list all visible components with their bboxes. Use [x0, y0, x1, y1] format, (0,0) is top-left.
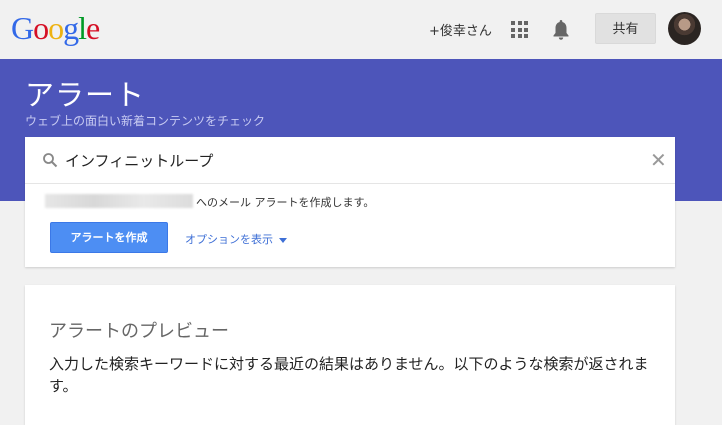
logo-letter: g	[63, 10, 79, 46]
logo-letter: l	[78, 10, 87, 46]
user-profile-link[interactable]: +俊幸さん	[429, 20, 492, 39]
logo-letter: o	[33, 10, 49, 46]
logo-letter: o	[48, 10, 64, 46]
redacted-email	[45, 194, 193, 208]
apps-grid-icon[interactable]	[511, 21, 528, 38]
preview-message: 入力した検索キーワードに対する最近の結果はありません。以下のような検索が返されま…	[49, 355, 649, 395]
search-icon	[43, 153, 58, 168]
share-button[interactable]: 共有	[595, 13, 656, 44]
preview-card: アラートのプレビュー 入力した検索キーワードに対する最近の結果はありません。以下…	[25, 285, 675, 425]
preview-title: アラートのプレビュー	[49, 321, 229, 342]
logo-letter: G	[11, 10, 34, 46]
show-options-link[interactable]: オプションを表示	[185, 231, 287, 247]
search-input[interactable]	[65, 147, 625, 173]
logo-letter: e	[86, 10, 100, 46]
chevron-down-icon	[279, 237, 287, 243]
google-logo[interactable]: Google	[11, 10, 100, 47]
alert-form-card: ✕ へのメール アラートを作成します。 アラートを作成 オプションを表示	[25, 137, 675, 267]
email-note: へのメール アラートを作成します。	[196, 196, 375, 209]
avatar[interactable]	[668, 12, 701, 45]
show-options-label: オプションを表示	[185, 233, 273, 246]
page-subtitle: ウェブ上の面白い新着コンテンツをチェック	[25, 114, 266, 128]
search-row: ✕	[25, 137, 675, 184]
bell-icon[interactable]	[552, 19, 570, 41]
close-icon[interactable]: ✕	[650, 150, 667, 170]
top-bar: Google +俊幸さん 共有	[0, 0, 722, 59]
page-title: アラート	[25, 78, 146, 112]
create-alert-button[interactable]: アラートを作成	[50, 222, 168, 253]
